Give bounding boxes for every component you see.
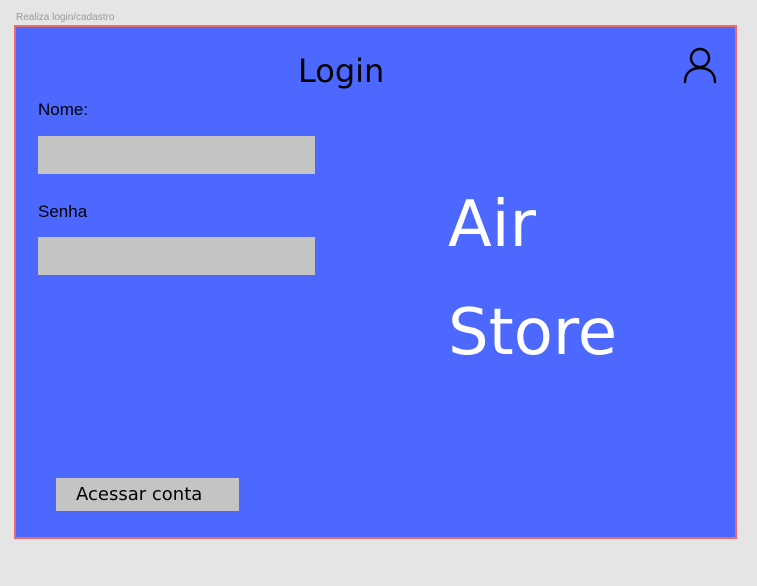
login-panel: Login Nome: Senha Air Store Acessar cont… xyxy=(14,25,737,539)
name-field[interactable] xyxy=(38,136,315,174)
brand-line-1: Air xyxy=(448,188,536,262)
brand-logo-text: Air Store xyxy=(448,171,617,387)
password-field[interactable] xyxy=(38,237,315,275)
brand-line-2: Store xyxy=(448,296,618,370)
user-icon[interactable] xyxy=(682,46,718,84)
frame-label: Realiza login/cadastro xyxy=(16,12,115,23)
access-account-button[interactable]: Acessar conta xyxy=(56,478,239,511)
design-canvas: Realiza login/cadastro Login Nome: Senha… xyxy=(0,0,757,586)
password-label: Senha xyxy=(38,202,88,221)
name-label: Nome: xyxy=(38,100,89,119)
page-title: Login xyxy=(298,52,385,90)
